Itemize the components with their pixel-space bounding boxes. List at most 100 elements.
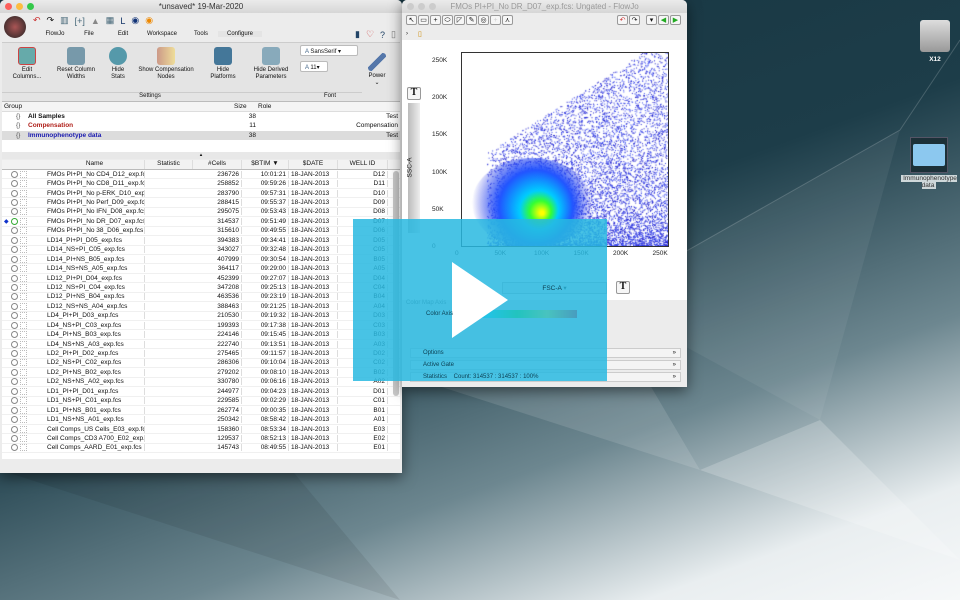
x-axis-text-button[interactable]: T — [616, 281, 630, 294]
sample-row[interactable]: LD4_NS+NS_A03_exp.fcs 222740 09:13:51 18-… — [2, 340, 400, 350]
sample-row[interactable]: LD14_PI+PI_D05_exp.fcs 394383 09:34:41 18… — [2, 236, 400, 246]
sample-row[interactable]: LD1_PI+NS_B01_exp.fcs 262774 09:00:35 18-… — [2, 406, 400, 416]
sample-radio[interactable] — [11, 387, 18, 395]
sample-row[interactable]: LD1_NS+NS_A01_exp.fcs 250342 08:58:42 18-… — [2, 415, 400, 425]
sample-row[interactable]: LD4_PI+NS_B03_exp.fcs 224146 09:15:45 18-… — [2, 330, 400, 340]
sample-radio[interactable] — [11, 246, 18, 254]
spider-gate-icon[interactable]: + — [490, 15, 501, 25]
close-button[interactable] — [5, 3, 12, 10]
heart-icon[interactable]: ♡ — [366, 29, 374, 40]
sample-radio[interactable] — [11, 293, 18, 301]
tab-workspace[interactable]: Workspace — [140, 31, 184, 37]
sample-row[interactable]: LD1_PI+PI_D01_exp.fcs 244977 09:04:23 18-… — [2, 387, 400, 397]
zoom-button[interactable] — [429, 3, 436, 10]
sample-radio[interactable] — [11, 283, 18, 291]
options-panel[interactable]: Options » — [410, 348, 681, 358]
sample-row[interactable]: LD12_PI+NS_B04_exp.fcs 463536 09:23:19 18… — [2, 293, 400, 303]
sample-row[interactable]: LD12_NS+PI_C04_exp.fcs 347208 09:25:13 18… — [2, 283, 400, 293]
splitter[interactable]: ▴ — [2, 152, 400, 159]
column-cells[interactable]: #Cells — [193, 160, 242, 169]
group-row[interactable]: {} Compensation 11 Compensation — [2, 121, 400, 131]
tab-configure[interactable]: Configure — [218, 31, 262, 37]
sample-radio[interactable] — [11, 350, 18, 358]
sample-radio[interactable] — [11, 434, 18, 442]
expand-icon[interactable]: › — [406, 31, 408, 37]
group-row[interactable]: {} Immunophenotype data 38 Test — [2, 130, 400, 140]
redo-icon[interactable]: ↷ — [47, 15, 55, 26]
sample-row[interactable]: FMOs PI+PI_No IFN_D08_exp.fcs 295075 09:5… — [2, 208, 400, 218]
color-gradient[interactable] — [457, 310, 578, 318]
histogram-icon[interactable]: ▲ — [91, 16, 100, 26]
sample-radio[interactable] — [11, 189, 18, 197]
sample-radio[interactable] — [11, 378, 18, 386]
plugin-icon[interactable]: ◉ — [145, 15, 153, 26]
sample-row[interactable]: LD2_PI+NS_B02_exp.fcs 279202 09:08:10 18-… — [2, 368, 400, 378]
desktop-folder[interactable]: Immunophenotype data — [898, 137, 960, 189]
column-date[interactable]: $DATE — [289, 160, 338, 169]
sample-radio[interactable] — [11, 236, 18, 244]
rectangle-gate-icon[interactable]: ▭ — [418, 15, 429, 25]
sample-radio[interactable] — [11, 274, 18, 282]
table-icon[interactable]: ▦ — [106, 15, 115, 26]
minimize-button[interactable] — [16, 3, 23, 10]
active-gate-panel[interactable]: Active Gate » — [410, 360, 681, 370]
hide-derived-parameters-button[interactable]: Hide Derived Parameters — [250, 47, 292, 81]
sample-row[interactable]: FMOs PI+PI_No p-ERK_D10_exp.fcs 283790 09… — [2, 189, 400, 199]
layout-icon[interactable]: ▥ — [60, 15, 69, 26]
sample-row[interactable]: LD4_PI+PI_D03_exp.fcs 210530 09:19:32 18-… — [2, 312, 400, 321]
bookmark-icon[interactable]: ▮ — [355, 29, 360, 40]
flowjo-logo[interactable] — [4, 16, 26, 38]
tab-tools[interactable]: Tools — [184, 31, 218, 37]
font-size-select[interactable]: A 11▾ — [300, 61, 328, 72]
pointer-tool-icon[interactable]: ↖ — [406, 15, 417, 25]
sample-radio[interactable] — [11, 199, 18, 207]
undo-icon[interactable]: ↶ — [617, 15, 628, 25]
desktop-drive[interactable]: X12 — [912, 20, 958, 63]
freehand-gate-icon[interactable]: ✎ — [466, 15, 477, 25]
quadrant-gate-icon[interactable]: + — [430, 15, 441, 25]
sample-radio[interactable] — [11, 359, 18, 367]
sample-row[interactable]: LD14_NS+NS_A05_exp.fcs 364117 09:29:00 18… — [2, 264, 400, 274]
layout-editor-icon[interactable]: L — [120, 16, 125, 26]
tab-flowjo[interactable]: FlowJo — [38, 31, 72, 37]
zoom-button[interactable] — [27, 3, 34, 10]
sample-radio[interactable] — [11, 397, 18, 405]
sample-row[interactable]: LD14_PI+NS_B05_exp.fcs 407999 09:30:54 18… — [2, 255, 400, 265]
sample-radio[interactable] — [11, 170, 18, 178]
sample-row[interactable]: Cell Comps_AARD_E01_exp.fcs 145743 08:49:… — [2, 444, 400, 454]
sample-radio[interactable] — [11, 425, 18, 433]
reset-column-widths-button[interactable]: Reset Column Widths — [54, 47, 98, 81]
document-icon[interactable]: ▯ — [391, 29, 396, 40]
redo-icon[interactable]: ↷ — [629, 15, 640, 25]
sample-row[interactable]: ◆ FMOs PI+PI_No DR_D07_exp.fcs 314537 09:… — [2, 217, 400, 227]
sample-radio[interactable] — [11, 180, 18, 188]
sample-row[interactable]: Cell Comps_CD3 A700_E02_exp.fcs 129537 08… — [2, 434, 400, 444]
sample-radio[interactable] — [11, 321, 18, 329]
dot-plot[interactable] — [461, 52, 669, 247]
sample-row[interactable]: LD12_NS+NS_A04_exp.fcs 388463 09:21:25 18… — [2, 302, 400, 312]
sample-radio[interactable] — [11, 255, 18, 263]
x-axis-selector[interactable]: FSC-A ▾ — [502, 282, 607, 294]
auto-gate-icon[interactable]: ◎ — [478, 15, 489, 25]
sample-radio[interactable] — [11, 217, 18, 225]
sample-row[interactable]: FMOs PI+PI_No CD8_D11_exp.fcs 258852 09:5… — [2, 179, 400, 189]
sample-radio[interactable] — [11, 302, 18, 310]
sample-radio[interactable] — [11, 265, 18, 273]
close-button[interactable] — [407, 3, 414, 10]
next-sample-icon[interactable]: ▶ — [670, 15, 681, 25]
sample-row[interactable]: LD4_NS+PI_C03_exp.fcs 199393 09:17:38 18-… — [2, 321, 400, 331]
split-gate-icon[interactable]: ⋏ — [502, 15, 513, 25]
sample-row[interactable]: FMOs PI+PI_No 38_D06_exp.fcs 315610 09:49… — [2, 227, 400, 237]
size-header[interactable]: Size — [234, 103, 258, 110]
sample-radio[interactable] — [11, 444, 18, 452]
sample-radio[interactable] — [11, 340, 18, 348]
sample-radio[interactable] — [11, 406, 18, 414]
sample-radio[interactable] — [11, 416, 18, 424]
column-statistic[interactable]: Statistic — [145, 160, 193, 169]
sample-radio[interactable] — [11, 227, 18, 235]
sample-row[interactable]: LD1_NS+PI_C01_exp.fcs 229585 09:02:29 18-… — [2, 397, 400, 406]
sample-row[interactable]: FMOs PI+PI_No CD4_D12_exp.fcs 236726 10:0… — [2, 170, 400, 180]
refresh-icon[interactable]: ◉ — [131, 15, 139, 26]
show-compensation-nodes-button[interactable]: Show Compensation Nodes — [134, 47, 198, 81]
previous-sample-icon[interactable]: ◀ — [658, 15, 669, 25]
